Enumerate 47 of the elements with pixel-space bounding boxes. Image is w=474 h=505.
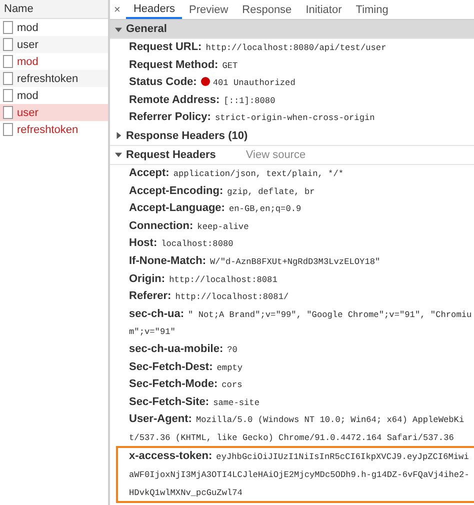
tab[interactable]: Initiator (298, 0, 349, 19)
header-row-text: sec-ch-ua-mobile: ?0 (128, 342, 238, 357)
header-row-text: Status Code: 401 Unauthorized (128, 75, 296, 90)
request-row[interactable]: refreshtoken (0, 121, 108, 138)
tab[interactable]: Preview (182, 0, 236, 19)
header-row-text: Connection: keep-alive (128, 218, 250, 234)
header-row-text: Accept-Language: en-GB,en;q=0.9 (128, 201, 302, 216)
header-row-text: Sec-Fetch-Mode: cors (128, 377, 244, 392)
header-row-text: sec-ch-ua: " Not;A Brand";v="99", "Google Chrome";v="91", "Chromium";v="91" (128, 306, 473, 340)
header-row-text: Sec-Fetch-Dest: empty (128, 360, 244, 374)
header-row-text: Request Method: GET (128, 58, 239, 73)
section-header[interactable]: Request Headers View source (110, 146, 474, 165)
view-source-link[interactable]: View source (246, 148, 306, 161)
header-row-text: Referer: http://localhost:8081/ (128, 289, 290, 304)
request-row[interactable]: mod (0, 53, 108, 70)
request-row[interactable]: user (0, 36, 108, 53)
section-header[interactable]: General (110, 20, 474, 39)
status-dot-icon (200, 77, 210, 86)
column-header[interactable]: Name (0, 0, 108, 19)
document-icon (3, 72, 13, 85)
request-row[interactable]: mod (0, 19, 108, 36)
header-row-text: Sec-Fetch-Site: same-site (128, 394, 260, 410)
header-row-text: Accept: application/json, text/plain, */* (128, 166, 345, 181)
header-row-text: Origin: http://localhost:8081 (128, 272, 278, 287)
header-row-text: If-None-Match: W/"d-AznB8FXUt+NgRdD3M3LvzELOY18" (128, 254, 382, 269)
document-icon (3, 38, 13, 51)
document-icon (3, 89, 13, 102)
tab[interactable]: Timing (348, 0, 396, 19)
document-icon (3, 106, 13, 119)
header-row-text: Accept-Encoding: gzip, deflate, br (128, 184, 316, 199)
request-row[interactable]: user (0, 104, 108, 121)
document-icon (3, 21, 13, 34)
triangle-icon (115, 151, 122, 158)
section-header[interactable]: Response Headers (10) (110, 126, 474, 146)
header-row-text: Remote Address: [::1]:8080 (128, 92, 276, 108)
request-row[interactable]: refreshtoken (0, 70, 108, 87)
triangle-icon (115, 132, 122, 140)
header-row-text: Referrer Policy: strict-origin-when-cross-origin (128, 110, 376, 126)
document-icon (3, 123, 13, 136)
document-icon (3, 55, 13, 68)
header-row-text: Host: localhost:8080 (128, 236, 234, 252)
triangle-icon (115, 26, 122, 32)
tab[interactable]: Response (235, 0, 299, 19)
request-row[interactable]: mod (0, 87, 108, 104)
header-row-text: Request URL: http://localhost:8080/api/test/user (128, 40, 388, 55)
close-button[interactable]: × (110, 0, 126, 19)
highlighted-header-row: x-access-token: eyJhbGciOiJIUzI1NiIsInR5cCI6IkpXVCJ9.eyJpZCI6MiwiaWF0IjoxNjI3MjA3OTI4LCJleHAiOjE2MjcyMDc5ODh9.h-g14DZ-6vFQaVj4ihe2-HDvkQ1wlMXNv_pcGuZwl74 (116, 446, 474, 504)
